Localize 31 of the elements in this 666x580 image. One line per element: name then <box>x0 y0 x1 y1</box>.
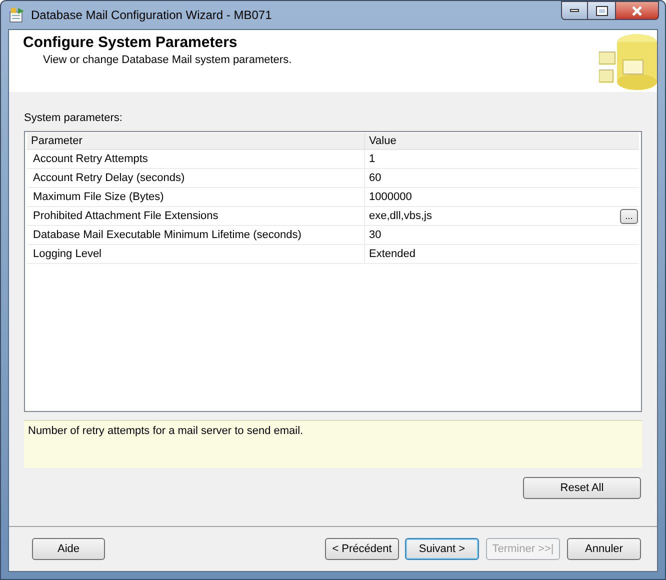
minimize-button[interactable] <box>561 1 588 20</box>
parameter-cell: Maximum File Size (Bytes) <box>27 188 365 206</box>
value-cell[interactable]: exe,dll,vbs,js <box>365 206 620 226</box>
value-cell[interactable]: 30 <box>365 226 639 244</box>
value-cell[interactable]: Extended <box>365 244 639 264</box>
parameter-cell: Account Retry Attempts <box>27 150 365 168</box>
wizard-button[interactable]: < Précédent <box>325 538 399 560</box>
parameter-cell: Logging Level <box>27 245 365 263</box>
reset-all-button[interactable]: Reset All <box>523 477 641 499</box>
value-cell[interactable]: 1000000 <box>365 188 639 206</box>
parameter-cell: Prohibited Attachment File Extensions <box>27 207 365 225</box>
page-title: Configure System Parameters <box>23 34 238 52</box>
column-header[interactable]: Parameter <box>27 133 365 149</box>
description-panel: Number of retry attempts for a mail server to send email. <box>24 420 642 468</box>
wizard-button[interactable]: Annuler <box>567 538 641 560</box>
close-icon <box>631 6 643 16</box>
window-title: Database Mail Configuration Wizard - MB071 <box>31 7 272 24</box>
wizard-icon <box>9 7 25 23</box>
page-subtitle: View or change Database Mail system parameters. <box>42 53 292 68</box>
parameter-cell: Account Retry Delay (seconds) <box>27 169 365 187</box>
browse-button[interactable]: ... <box>620 208 638 224</box>
value-cell[interactable]: 60 <box>365 168 639 188</box>
close-button[interactable] <box>615 1 659 20</box>
database-mail-icon <box>599 32 657 92</box>
parameter-cell: Database Mail Executable Minimum Lifetime (seconds) <box>27 226 365 244</box>
value-cell[interactable]: 1 <box>365 150 639 168</box>
column-header[interactable]: Value <box>365 133 639 149</box>
wizard-button[interactable]: Aide <box>32 538 105 560</box>
wizard-button[interactable]: Suivant > <box>405 538 479 560</box>
section-label: System parameters: <box>24 111 124 124</box>
maximize-button[interactable] <box>588 1 615 20</box>
